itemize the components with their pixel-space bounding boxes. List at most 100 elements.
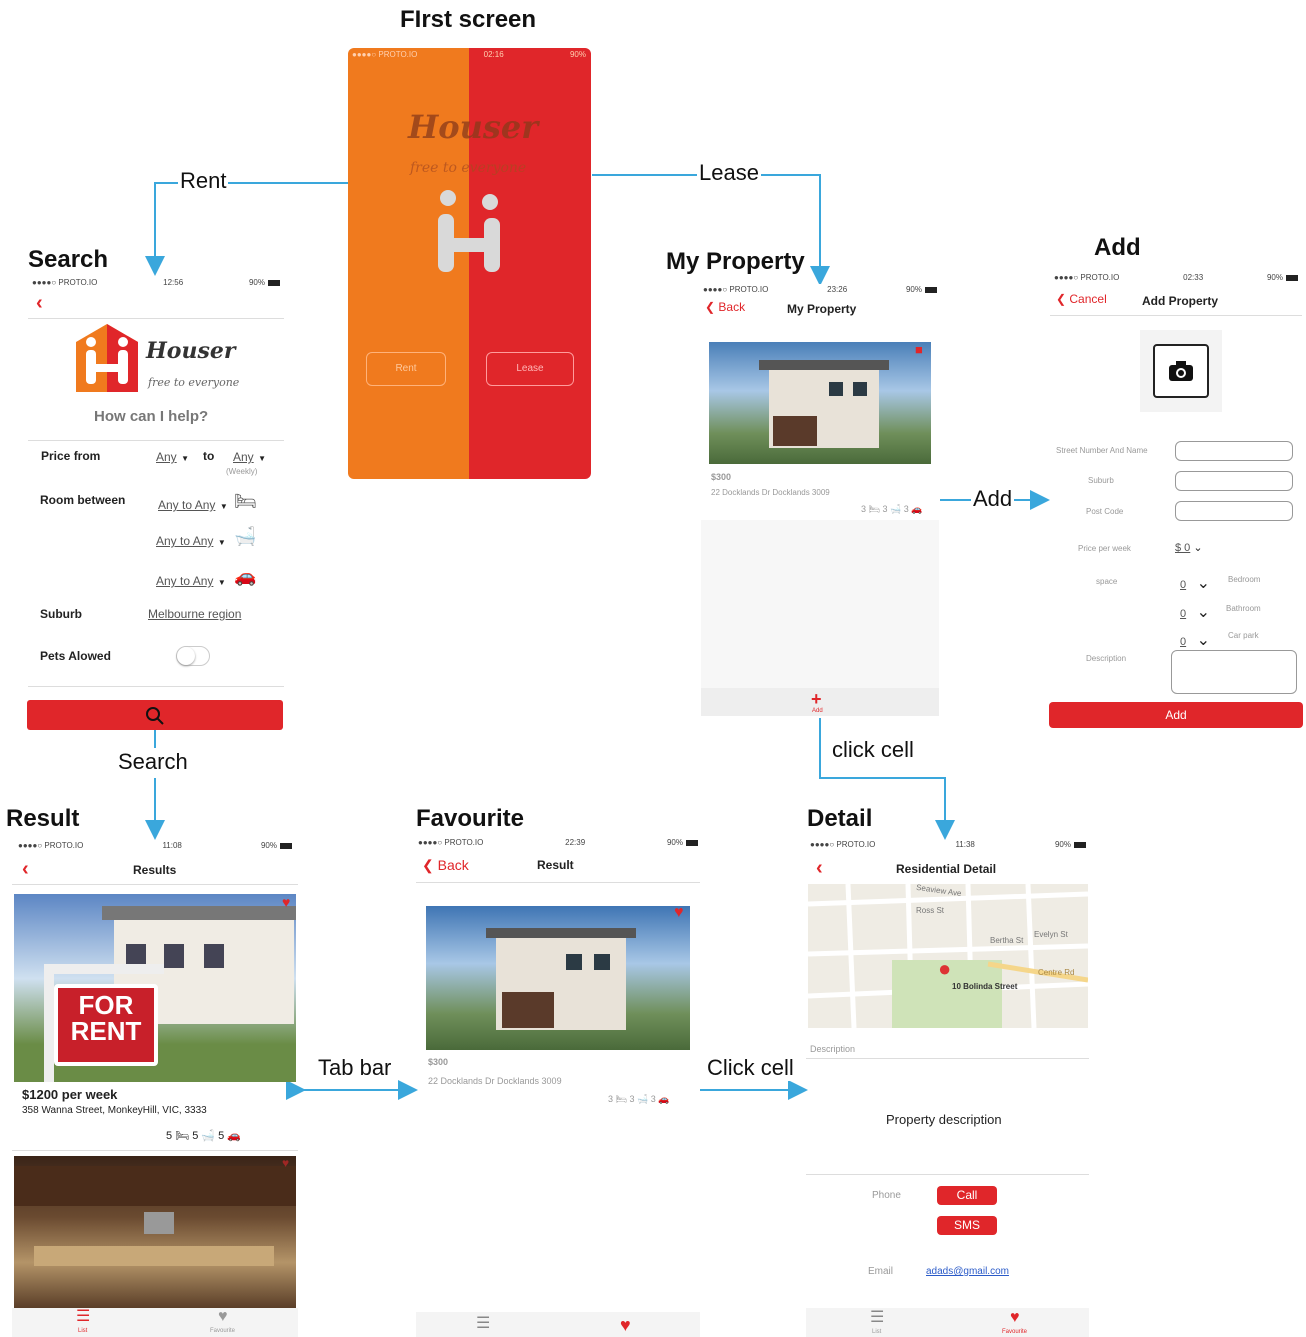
bathroom-select[interactable]: 0 ⌄ [1180, 602, 1210, 622]
bathroom-range-select[interactable]: Any to Any ▼ [156, 532, 226, 550]
price-to-select[interactable]: Any ▼ [233, 448, 266, 466]
favourite-heart-icon[interactable]: ♥ [282, 1156, 289, 1170]
phone-label: Phone [872, 1190, 901, 1201]
email-link[interactable]: adads@gmail.com [926, 1266, 1009, 1277]
tab-list[interactable]: List [872, 1329, 881, 1335]
detail-screen: ●●●●○ PROTO.IO 11:38 90% ‹ Residential Det… [806, 838, 1089, 1337]
car-icon: 🚗 [234, 566, 257, 586]
description-label: Description [810, 1044, 856, 1054]
bedroom-label: Bedroom [1228, 575, 1261, 584]
favourite-heart-icon[interactable]: ♥ [674, 904, 684, 922]
description-label: Description [1086, 654, 1127, 663]
tab-list[interactable]: List [78, 1328, 87, 1334]
tab-bar: ☰ List ♥ Favourite [12, 1308, 298, 1337]
search-screen: ●●●●○ PROTO.IO 12:56 90% ‹ Houser free to … [28, 276, 284, 736]
back-chevron-icon[interactable]: ‹ [22, 858, 29, 881]
bathroom-label: Bathroom [1226, 604, 1261, 613]
bed-icon: 🛏 [234, 491, 257, 511]
nav-title: Results [133, 863, 177, 877]
street-field[interactable] [1175, 441, 1293, 461]
favourite-tab-icon[interactable]: ♥ [218, 1309, 228, 1325]
postcode-field[interactable] [1175, 501, 1293, 521]
back-button[interactable]: ❮ Back [422, 857, 469, 874]
nav-title: My Property [787, 302, 857, 316]
bath-icon: 🛁 [234, 526, 257, 546]
status-bar: ●●●●○ PROTO.IO 22:39 90% [418, 838, 698, 847]
price-select[interactable]: $ 0 ⌄ [1175, 541, 1203, 554]
suburb-label: Suburb [40, 607, 82, 621]
cancel-button[interactable]: ❮ Cancel [1056, 292, 1107, 306]
price-label: Price per week [1078, 544, 1131, 553]
carpark-range-select[interactable]: Any to Any ▼ [156, 572, 226, 590]
add-tab-label[interactable]: Add [812, 708, 823, 714]
map-view[interactable]: Seaview Ave Ross St Evelyn St Centre Rd … [808, 884, 1088, 1028]
flow-label-add: Add [971, 486, 1015, 512]
map-pin-icon[interactable]: ● [938, 958, 951, 980]
suburb-field[interactable] [1175, 471, 1293, 491]
list-icon[interactable]: ☰ [870, 1310, 884, 1326]
listing-image-2[interactable] [14, 1156, 296, 1308]
call-button[interactable]: Call [937, 1186, 997, 1205]
rent-button[interactable]: Rent [366, 352, 446, 386]
bedroom-range-select[interactable]: Any to Any ▼ [158, 496, 228, 514]
search-button[interactable] [27, 700, 283, 730]
property-features: 3 🛏 3 🛁 3 🚗 [608, 1094, 670, 1104]
favourite-tab-icon[interactable]: ♥ [1010, 1310, 1020, 1326]
list-icon[interactable]: ☰ [76, 1309, 90, 1325]
property-card[interactable]: ■ $300 22 Docklands Dr Docklands 3009 3 … [701, 320, 939, 520]
carpark-select[interactable]: 0 ⌄ [1180, 630, 1210, 650]
first-screen-phone: ●●●●○ PROTO.IO 02:16 90% Houser free to ev… [348, 48, 591, 479]
nav-title: Result [537, 858, 574, 872]
tab-favourite[interactable]: Favourite [1002, 1329, 1027, 1335]
pets-label: Pets Alowed [40, 649, 111, 663]
rent-arrow [145, 182, 348, 276]
logo-icon [438, 190, 500, 272]
property-address: 22 Docklands Dr Docklands 3009 [428, 1076, 562, 1086]
email-label: Email [868, 1266, 894, 1277]
status-bar: ●●●●○ PROTO.IO 12:56 90% [32, 278, 280, 287]
favourite-heart-icon[interactable]: ♥ [282, 894, 290, 910]
flow-label-click-cell: click cell [830, 737, 916, 763]
back-chevron-icon[interactable]: ‹ [36, 292, 43, 315]
back-chevron-icon[interactable]: ‹ [816, 857, 823, 880]
property-features: 3 🛏 3 🛁 3 🚗 [861, 504, 923, 514]
description-field[interactable] [1171, 650, 1297, 694]
carpark-label: Car park [1228, 631, 1259, 640]
tab-bar: + Add [701, 688, 939, 716]
map-pin-label: 10 Bolinda Street [952, 982, 1018, 991]
favourite-tab-icon[interactable]: ♥ [620, 1316, 631, 1334]
house-image[interactable] [426, 906, 690, 1050]
camera-icon [1169, 361, 1193, 381]
nav-title: Add Property [1142, 294, 1219, 308]
first-tagline: free to everyone [410, 160, 527, 176]
favourite-screen: ●●●●○ PROTO.IO 22:39 90% ❮ Back Result ♥ $… [416, 838, 700, 1337]
weekly-note: (Weekly) [226, 467, 258, 476]
suburb-select[interactable]: Melbourne region [148, 607, 241, 621]
bedroom-select[interactable]: 0 ⌄ [1180, 573, 1210, 593]
space-label: space [1096, 577, 1118, 586]
pets-toggle[interactable] [176, 646, 210, 666]
add-plus-icon[interactable]: + [811, 690, 822, 708]
flow-label-search: Search [116, 749, 190, 775]
tab-bar: ☰ List ♥ Favourite [806, 1308, 1089, 1337]
sms-button[interactable]: SMS [937, 1216, 997, 1235]
back-button[interactable]: ❮ Back [705, 300, 745, 314]
lease-button[interactable]: Lease [486, 352, 574, 386]
status-bar: ●●●●○ PROTO.IO 02:33 90% [1054, 273, 1298, 282]
postcode-label: Post Code [1086, 507, 1124, 516]
property-address: 22 Docklands Dr Docklands 3009 [711, 488, 830, 497]
add-button[interactable]: Add [1049, 702, 1303, 728]
listing-features: 5 🛏 5 🛁 5 🚗 [166, 1130, 242, 1142]
delete-icon[interactable]: ■ [915, 342, 923, 357]
room-label: Room between [40, 493, 126, 507]
status-bar: ●●●●○ PROTO.IO 23:26 90% [703, 285, 937, 294]
tab-bar: ☰ ♥ [416, 1312, 700, 1337]
flow-label-click-cell-2: Click cell [705, 1055, 796, 1081]
photo-picker[interactable] [1140, 330, 1222, 412]
click-cell-arrow [819, 718, 955, 840]
result-screen: ●●●●○ PROTO.IO 11:08 90% ‹ Results FOR RENT… [12, 838, 298, 1337]
price-from-select[interactable]: Any ▼ [156, 448, 189, 466]
listing-image-1[interactable]: FOR RENT [14, 894, 296, 1082]
tab-favourite[interactable]: Favourite [210, 1328, 235, 1334]
list-icon[interactable]: ☰ [476, 1316, 490, 1332]
